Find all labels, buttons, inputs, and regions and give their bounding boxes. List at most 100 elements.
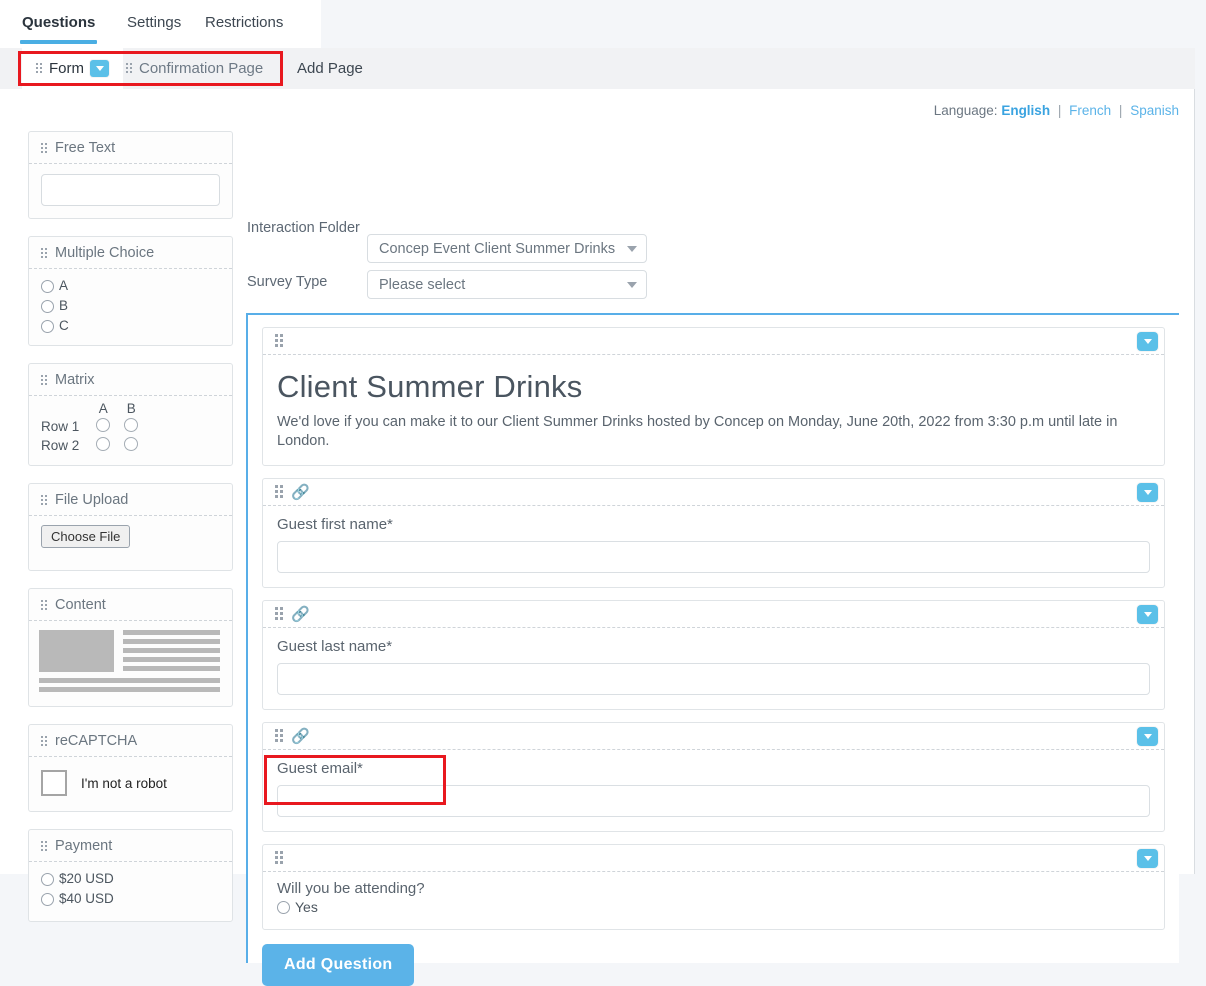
question-label: Guest last name* <box>277 638 393 655</box>
question-block-guest-email[interactable]: 🔗 Guest email* <box>262 722 1165 832</box>
palette-item-header: reCAPTCHA <box>29 725 232 757</box>
block-header-icons: 🔗 <box>275 607 310 622</box>
page-tab-confirmation[interactable]: Confirmation Page <box>112 48 277 89</box>
drag-handle-icon[interactable] <box>275 729 284 743</box>
block-body: Will you be attending? Yes <box>263 872 1164 929</box>
payment-option: $40 USD <box>41 889 220 909</box>
question-input[interactable] <box>277 663 1150 695</box>
palette-item-multiple-choice[interactable]: Multiple Choice A B C <box>28 236 233 346</box>
page-options-caret-icon[interactable] <box>90 60 109 77</box>
free-text-preview-input[interactable] <box>41 174 220 206</box>
choose-file-button[interactable]: Choose File <box>41 525 131 548</box>
mc-option-label: B <box>59 298 69 313</box>
survey-type-select[interactable]: Please select <box>367 270 647 299</box>
radio-icon <box>41 892 54 906</box>
answer-option-yes[interactable]: Yes <box>277 899 1150 915</box>
palette-item-body: A B C <box>29 269 232 345</box>
block-options-caret-icon[interactable] <box>1137 848 1158 868</box>
survey-type-label: Survey Type <box>247 274 328 290</box>
language-option-spanish[interactable]: Spanish <box>1130 103 1179 118</box>
palette-item-matrix[interactable]: Matrix A B Row 1 Row 2 <box>28 363 233 466</box>
palette-item-header: Multiple Choice <box>29 237 232 269</box>
add-page-button[interactable]: Add Page <box>283 48 377 89</box>
tab-questions-label: Questions <box>22 14 96 31</box>
drag-handle-icon[interactable] <box>41 840 48 852</box>
matrix-preview-table: A B Row 1 Row 2 <box>41 400 145 455</box>
palette-item-recaptcha[interactable]: reCAPTCHA I'm not a robot <box>28 724 233 812</box>
block-header <box>263 328 1164 355</box>
drag-handle-icon[interactable] <box>41 374 48 386</box>
radio-icon <box>277 900 290 914</box>
palette-item-content[interactable]: Content <box>28 588 233 707</box>
drag-handle-icon[interactable] <box>275 485 284 499</box>
page-tab-form-label: Form <box>49 60 84 77</box>
drag-handle-icon[interactable] <box>126 63 133 74</box>
language-option-english[interactable]: English <box>1001 103 1050 118</box>
block-header-icons <box>275 851 284 865</box>
drag-handle-icon[interactable] <box>41 735 48 747</box>
link-icon[interactable]: 🔗 <box>291 607 310 622</box>
palette-item-header: Content <box>29 589 232 621</box>
mc-option: A <box>41 276 220 296</box>
survey-type-value: Please select <box>379 276 466 293</box>
block-options-caret-icon[interactable] <box>1137 726 1158 746</box>
tab-settings[interactable]: Settings <box>115 0 193 48</box>
block-options-caret-icon[interactable] <box>1137 604 1158 624</box>
add-question-button[interactable]: Add Question <box>262 944 415 986</box>
language-option-french[interactable]: French <box>1069 103 1111 118</box>
palette-item-free-text[interactable]: Free Text <box>28 131 233 219</box>
block-options-caret-icon[interactable] <box>1137 331 1158 351</box>
palette-item-header: Payment <box>29 830 232 862</box>
mc-option-label: A <box>59 278 69 293</box>
palette-item-body: A B Row 1 Row 2 <box>29 396 232 465</box>
palette-item-body <box>29 621 232 706</box>
matrix-cell <box>117 417 145 436</box>
palette-item-payment[interactable]: Payment $20 USD $40 USD <box>28 829 233 922</box>
payment-option: $20 USD <box>41 869 220 889</box>
page-tab-form[interactable]: Form <box>22 48 123 89</box>
radio-icon <box>96 437 111 451</box>
palette-item-body: $20 USD $40 USD <box>29 862 232 921</box>
interaction-folder-row: Interaction Folder Concep Event Client S… <box>247 219 667 263</box>
drag-handle-icon[interactable] <box>41 247 48 259</box>
survey-title: Client Summer Drinks <box>277 369 583 404</box>
radio-icon <box>41 299 54 313</box>
block-options-caret-icon[interactable] <box>1137 482 1158 502</box>
content-line <box>123 657 220 662</box>
drag-handle-icon[interactable] <box>41 142 48 154</box>
radio-icon <box>124 418 139 432</box>
question-block-guest-last-name[interactable]: 🔗 Guest last name* <box>262 600 1165 710</box>
link-icon[interactable]: 🔗 <box>291 729 310 744</box>
question-input[interactable] <box>277 785 1150 817</box>
question-block-attending[interactable]: Will you be attending? Yes <box>262 844 1165 930</box>
link-icon[interactable]: 🔗 <box>291 485 310 500</box>
palette-item-body: Choose File <box>29 516 232 570</box>
page-tab-bar: Form Confirmation Page Add Page <box>0 48 1195 90</box>
block-body: Guest first name* <box>263 506 1164 587</box>
content-lines-block <box>123 630 220 672</box>
drag-handle-icon[interactable] <box>275 334 284 348</box>
survey-header-block[interactable]: Client Summer Drinks We'd love if you ca… <box>262 327 1165 466</box>
drag-handle-icon[interactable] <box>36 63 43 74</box>
drag-handle-icon[interactable] <box>275 607 284 621</box>
question-label: Guest email* <box>277 760 363 777</box>
content-line <box>123 630 220 635</box>
interaction-folder-select[interactable]: Concep Event Client Summer Drinks <box>367 234 647 263</box>
question-block-guest-first-name[interactable]: 🔗 Guest first name* <box>262 478 1165 588</box>
survey-type-row: Survey Type Please select <box>247 270 667 299</box>
question-label: Will you be attending? <box>277 880 425 897</box>
question-input[interactable] <box>277 541 1150 573</box>
mc-option-label: C <box>59 318 69 333</box>
tab-restrictions[interactable]: Restrictions <box>193 0 295 48</box>
matrix-col-header: A <box>98 401 108 416</box>
palette-item-matrix-label: Matrix <box>55 372 95 388</box>
palette-item-content-label: Content <box>55 597 106 613</box>
drag-handle-icon[interactable] <box>275 851 284 865</box>
palette-item-file-upload[interactable]: File Upload Choose File <box>28 483 233 571</box>
mc-option: B <box>41 296 220 316</box>
tab-questions[interactable]: Questions <box>10 0 107 48</box>
drag-handle-icon[interactable] <box>41 494 48 506</box>
matrix-corner-cell <box>41 400 89 417</box>
drag-handle-icon[interactable] <box>41 599 48 611</box>
recaptcha-text: I'm not a robot <box>81 775 167 791</box>
